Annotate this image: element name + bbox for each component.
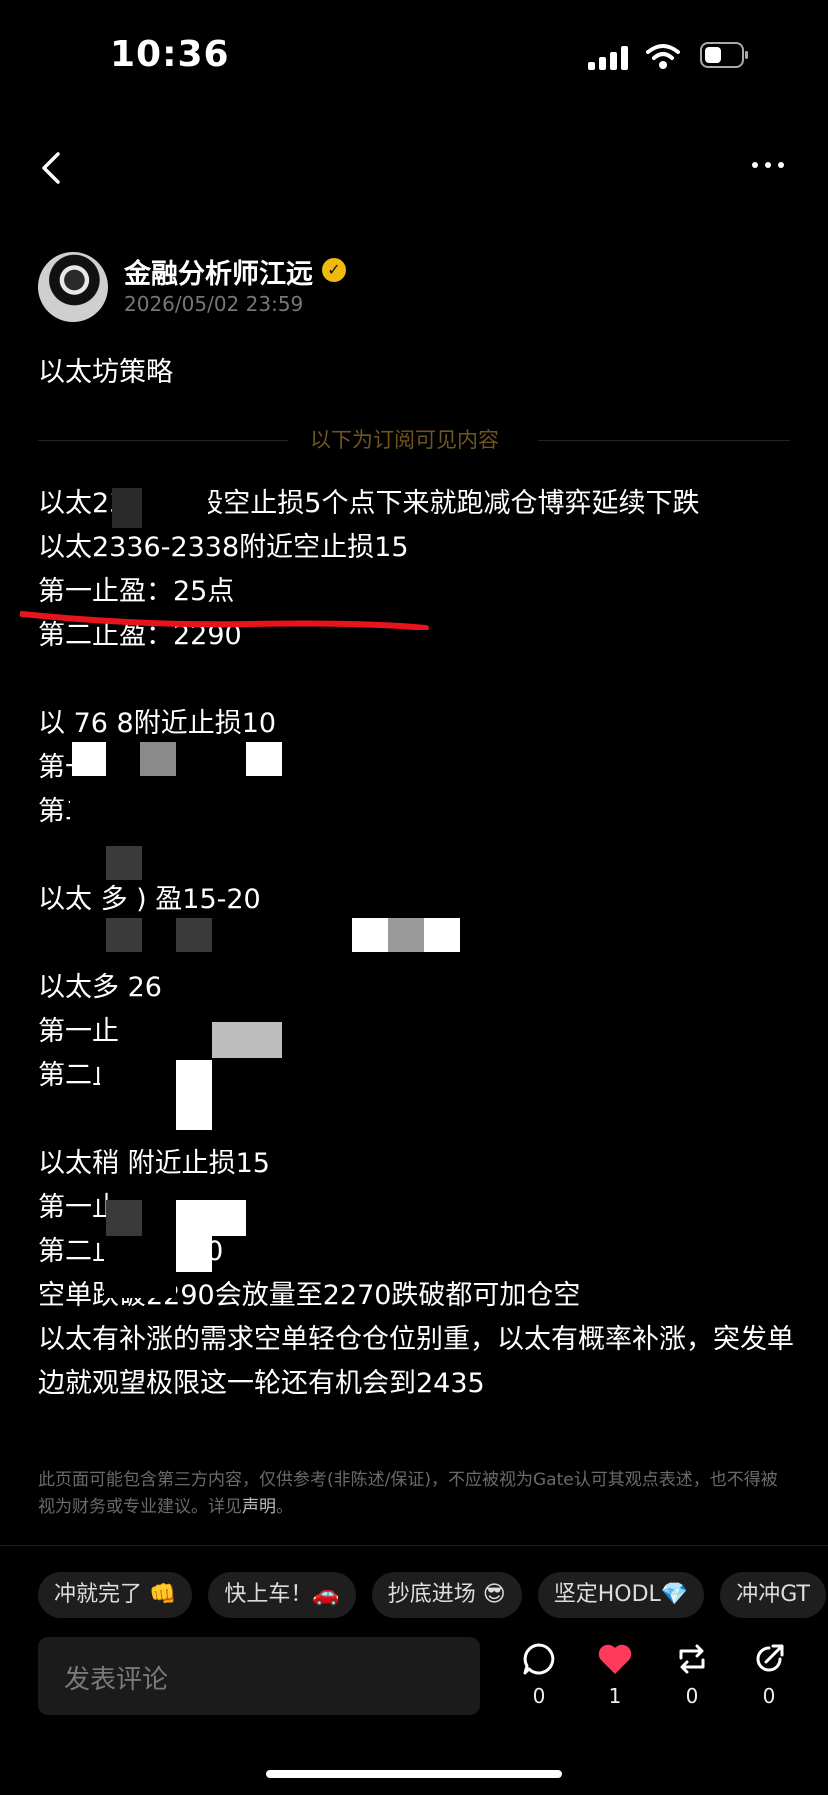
mosaic-block bbox=[106, 1200, 142, 1236]
reaction-chip[interactable]: 冲就完了 👊 bbox=[38, 1572, 193, 1618]
mosaic-block bbox=[176, 1060, 212, 1130]
reaction-chip[interactable]: 坚定HODL💎 bbox=[537, 1572, 705, 1618]
like-button[interactable]: 1 bbox=[590, 1642, 640, 1708]
content-line: 第一止 bbox=[38, 1192, 119, 1223]
heart-icon bbox=[598, 1644, 632, 1674]
repost-icon bbox=[679, 1644, 705, 1674]
mosaic-block bbox=[212, 1022, 282, 1058]
comment-input[interactable]: 发表评论 bbox=[38, 1637, 480, 1715]
content-line-highlighted: 以太2336-2338附近空止损15 bbox=[38, 532, 409, 563]
mosaic-block bbox=[104, 1236, 176, 1298]
mosaic-block bbox=[106, 918, 142, 952]
mosaic-block bbox=[246, 742, 282, 776]
like-count: 1 bbox=[608, 1684, 622, 1708]
separator bbox=[0, 1545, 828, 1546]
comment-placeholder: 发表评论 bbox=[64, 1665, 169, 1695]
reaction-chips: 冲就完了 👊 快上车！🚗 抄底进场 😎 坚定HODL💎 冲冲GT bbox=[38, 1572, 826, 1618]
divider-left bbox=[38, 440, 288, 441]
home-indicator[interactable] bbox=[266, 1770, 562, 1778]
highlight-underline bbox=[20, 611, 429, 630]
divider-right bbox=[538, 440, 790, 441]
mosaic-block bbox=[424, 918, 460, 952]
reaction-chip[interactable]: 冲冲GT bbox=[720, 1572, 826, 1618]
share-button[interactable]: 0 bbox=[744, 1642, 794, 1708]
content-line: 以太稍 附近止损15 bbox=[38, 1148, 270, 1179]
cellular-signal-icon bbox=[588, 44, 628, 70]
mosaic-block bbox=[112, 488, 142, 528]
content-line: 第一止 bbox=[38, 1016, 119, 1047]
subscriber-divider-label: 以下为订阅可见内容 bbox=[310, 428, 499, 452]
post-title: 以太坊策略 bbox=[38, 357, 173, 388]
reaction-chip[interactable]: 抄底进场 😎 bbox=[371, 1572, 522, 1618]
mosaic-block bbox=[388, 918, 424, 952]
battery-icon bbox=[700, 42, 748, 68]
more-options-icon[interactable] bbox=[744, 150, 792, 180]
comment-count: 0 bbox=[532, 1684, 546, 1708]
mosaic-block bbox=[72, 742, 106, 776]
post-timestamp: 2026/05/02 23:59 bbox=[124, 292, 304, 316]
back-icon[interactable] bbox=[38, 150, 68, 186]
author-name[interactable]: 金融分析师江远 bbox=[124, 252, 313, 291]
mosaic-block bbox=[106, 846, 142, 880]
reaction-chip[interactable]: 快上车！🚗 bbox=[208, 1572, 356, 1618]
content-line: 以太多 26 bbox=[38, 972, 162, 1003]
verified-badge-icon: ✓ bbox=[322, 258, 346, 282]
mosaic-block bbox=[176, 1236, 212, 1272]
wifi-icon bbox=[646, 44, 680, 69]
content-line: 以 76 8附近止损10 bbox=[38, 708, 277, 739]
disclaimer-statement-link[interactable]: 声明 bbox=[242, 1497, 276, 1517]
comment-button[interactable]: 0 bbox=[514, 1642, 564, 1708]
comment-icon bbox=[523, 1643, 555, 1675]
content-line: 以太有补涨的需求空单轻仓仓位别重，以太有概率补涨，突发单边就观望极限这一轮还有机… bbox=[38, 1324, 794, 1399]
disclaimer-text: 此页面可能包含第三方内容，仅供参考(非陈述/保证)，不应被视为Gate认可其观点… bbox=[38, 1470, 778, 1517]
avatar[interactable] bbox=[38, 252, 108, 322]
content-line: 以太 多 ) 盈15-20 bbox=[38, 884, 261, 915]
share-icon bbox=[756, 1644, 784, 1672]
mosaic-block bbox=[142, 488, 208, 528]
mosaic-block bbox=[140, 742, 176, 776]
repost-button[interactable]: 0 bbox=[667, 1642, 717, 1708]
mosaic-block bbox=[176, 918, 212, 952]
mosaic-block bbox=[176, 1200, 246, 1236]
status-time: 10:36 bbox=[110, 34, 230, 75]
repost-count: 0 bbox=[685, 1684, 699, 1708]
mosaic-block bbox=[100, 1060, 176, 1140]
share-count: 0 bbox=[762, 1684, 776, 1708]
mosaic-block bbox=[352, 918, 388, 952]
